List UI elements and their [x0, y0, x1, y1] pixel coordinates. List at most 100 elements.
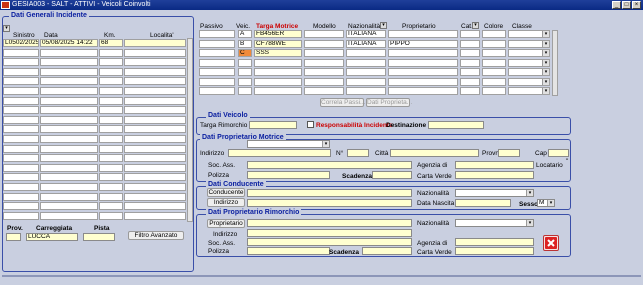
vehicle-cell-proprietario[interactable]	[388, 49, 458, 57]
incident-cell-km[interactable]	[99, 144, 123, 153]
pista-field[interactable]	[83, 233, 115, 241]
incident-cell-km[interactable]	[99, 48, 123, 57]
close-button[interactable]: ×	[632, 1, 641, 9]
vehicle-cell-proprietario[interactable]	[388, 58, 458, 67]
pr-polizza-field[interactable]	[247, 247, 330, 255]
vehicle-cell-classe[interactable]: ▾	[508, 58, 550, 67]
incidents-scrollbar[interactable]	[187, 38, 193, 222]
incident-cell-data[interactable]	[40, 125, 98, 134]
cat-filter-icon[interactable]: ▾	[472, 22, 479, 29]
nazionalita-filter-icon[interactable]: ▾	[380, 22, 387, 29]
incident-cell-data[interactable]	[40, 87, 98, 95]
vehicle-cell-veic[interactable]	[238, 87, 252, 95]
proprietario-motrice-select[interactable]: ▾	[247, 140, 330, 148]
pr-carta-verde-field[interactable]	[455, 247, 534, 255]
incident-cell-sinistro[interactable]	[3, 48, 39, 57]
responsabilita-checkbox[interactable]	[307, 121, 314, 128]
incident-cell-data[interactable]	[40, 173, 98, 182]
incident-cell-data[interactable]	[40, 183, 98, 191]
vehicle-cell-veic[interactable]: B	[238, 39, 252, 48]
vehicle-cell-nazionalita[interactable]	[346, 87, 386, 95]
vehicle-cell-cat[interactable]	[460, 58, 480, 67]
vehicle-cell-classe[interactable]: ▾	[508, 77, 550, 86]
incident-cell-sinistro[interactable]	[3, 58, 39, 67]
vehicle-cell-classe[interactable]: ▾	[508, 39, 550, 48]
incident-cell-localita[interactable]	[124, 39, 186, 47]
prov-field[interactable]	[6, 233, 21, 241]
classe-dropdown-icon[interactable]: ▾	[542, 88, 549, 94]
col-veic[interactable]: Veic.	[236, 23, 250, 30]
incident-cell-data[interactable]	[40, 192, 98, 201]
incident-cell-km[interactable]	[99, 87, 123, 95]
vehicle-cell-cat[interactable]	[460, 39, 480, 48]
incident-cell-km[interactable]	[99, 96, 123, 105]
incident-cell-localita[interactable]	[124, 48, 186, 57]
incident-cell-data[interactable]	[40, 58, 98, 67]
classe-dropdown-icon[interactable]: ▾	[542, 59, 549, 66]
vehicle-cell-nazionalita[interactable]: ITALIANA	[346, 39, 386, 48]
vehicle-cell-targa[interactable]: FB456ER	[254, 30, 302, 38]
incident-cell-km[interactable]	[99, 115, 123, 124]
targa-rimorchio-field[interactable]	[249, 121, 297, 129]
incident-cell-sinistro[interactable]	[3, 202, 39, 211]
col-km[interactable]: Km.	[104, 32, 116, 39]
vehicle-cell-nazionalita[interactable]	[346, 58, 386, 67]
dati-proprietario-button[interactable]: Dati Proprieta...	[366, 98, 412, 107]
incident-cell-data[interactable]	[40, 48, 98, 57]
col-colore[interactable]: Colore	[484, 23, 503, 30]
vehicle-cell-passivo[interactable]	[199, 87, 235, 95]
vehicle-cell-cat[interactable]	[460, 68, 480, 76]
vehicle-cell-cat[interactable]	[460, 49, 480, 57]
vehicle-cell-modello[interactable]	[304, 77, 344, 86]
vehicle-cell-proprietario[interactable]: PIPPO	[388, 39, 458, 48]
vehicle-cell-colore[interactable]	[482, 49, 506, 57]
incident-cell-localita[interactable]	[124, 163, 186, 172]
vehicle-cell-modello[interactable]	[304, 87, 344, 95]
vehicle-cell-passivo[interactable]	[199, 77, 235, 86]
vehicle-cell-modello[interactable]	[304, 58, 344, 67]
incident-cell-sinistro[interactable]	[3, 173, 39, 182]
vehicles-scrollbar[interactable]	[552, 30, 558, 96]
incident-cell-km[interactable]	[99, 183, 123, 191]
incident-cell-km[interactable]	[99, 135, 123, 143]
incident-cell-km[interactable]	[99, 211, 123, 220]
delete-button[interactable]	[543, 235, 559, 251]
incident-cell-data[interactable]	[40, 106, 98, 115]
col-classe[interactable]: Classe	[512, 23, 532, 30]
vehicle-cell-classe[interactable]: ▾	[508, 68, 550, 76]
pm-soc-ass-field[interactable]	[247, 161, 412, 169]
incident-cell-sinistro[interactable]	[3, 77, 39, 86]
pm-cap-field[interactable]	[548, 149, 569, 157]
incident-cell-km[interactable]	[99, 173, 123, 182]
vehicle-cell-classe[interactable]: ▾	[508, 87, 550, 95]
incident-cell-localita[interactable]	[124, 135, 186, 143]
incident-cell-sinistro[interactable]	[3, 87, 39, 95]
classe-dropdown-icon[interactable]: ▾	[542, 31, 549, 37]
filtro-avanzato-button[interactable]: Filtro Avanzato	[128, 231, 184, 240]
incident-cell-km[interactable]	[99, 67, 123, 76]
vehicle-cell-cat[interactable]	[460, 87, 480, 95]
incident-cell-localita[interactable]	[124, 192, 186, 201]
vehicle-cell-passivo[interactable]	[199, 49, 235, 57]
vehicle-cell-targa[interactable]	[254, 87, 302, 95]
vehicle-cell-targa[interactable]: SSS	[254, 49, 302, 57]
vehicle-cell-proprietario[interactable]	[388, 68, 458, 76]
pm-citta-field[interactable]	[390, 149, 479, 157]
vehicle-cell-proprietario[interactable]	[388, 77, 458, 86]
incident-cell-localita[interactable]	[124, 96, 186, 105]
data-nascita-field[interactable]	[455, 199, 511, 207]
incident-cell-data[interactable]	[40, 163, 98, 172]
incident-cell-sinistro[interactable]	[3, 192, 39, 201]
pm-provn-field[interactable]	[498, 149, 520, 157]
vehicle-cell-veic[interactable]: A	[238, 30, 252, 38]
incidents-sort-dropdown[interactable]: ▾	[3, 25, 10, 32]
incident-cell-km[interactable]	[99, 202, 123, 211]
incident-cell-km[interactable]	[99, 192, 123, 201]
incident-cell-sinistro[interactable]	[3, 183, 39, 191]
incident-cell-localita[interactable]	[124, 125, 186, 134]
vehicle-cell-veic[interactable]	[238, 68, 252, 76]
vehicle-cell-colore[interactable]	[482, 58, 506, 67]
incident-cell-km[interactable]	[99, 154, 123, 163]
col-localita[interactable]: Localita'	[150, 32, 174, 39]
incident-cell-data[interactable]	[40, 96, 98, 105]
